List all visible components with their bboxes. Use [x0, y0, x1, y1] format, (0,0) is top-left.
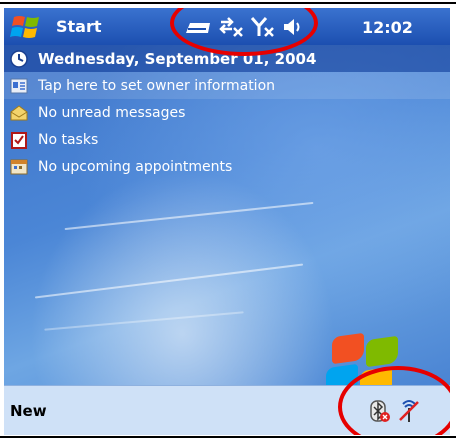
today-item-label: No tasks	[38, 131, 99, 148]
today-item-tasks[interactable]: No tasks	[4, 126, 450, 153]
new-menu-button[interactable]: New	[10, 402, 47, 420]
screenshot-frame: Start 12:02 Wednesday, September 01, 200…	[0, 0, 456, 443]
today-screen: Wednesday, September 01, 2004 Tap here t…	[4, 45, 450, 399]
today-item-messages[interactable]: No unread messages	[4, 99, 450, 126]
clock-icon	[10, 49, 28, 68]
start-menu-label[interactable]: Start	[56, 17, 102, 36]
owner-card-icon	[10, 78, 28, 93]
windows-flag-icon[interactable]	[8, 14, 48, 40]
messages-icon	[10, 104, 28, 120]
wallpaper-swoosh	[34, 263, 304, 299]
today-item-owner[interactable]: Tap here to set owner information	[4, 72, 450, 99]
today-item-label: No unread messages	[38, 104, 186, 121]
today-item-appointments[interactable]: No upcoming appointments	[4, 153, 450, 180]
today-item-label: Tap here to set owner information	[38, 77, 276, 94]
clock[interactable]: 12:02	[362, 18, 413, 37]
pocketpc-screen: Start 12:02 Wednesday, September 01, 200…	[4, 8, 450, 435]
frame-border-bottom	[0, 436, 456, 438]
wallpaper-swoosh	[44, 311, 244, 331]
today-item-label: No upcoming appointments	[38, 158, 233, 175]
tasks-icon	[11, 131, 27, 149]
wallpaper-swoosh	[64, 201, 314, 231]
logo-quadrant	[332, 332, 364, 365]
logo-quadrant	[366, 335, 398, 368]
frame-border-top	[0, 2, 456, 4]
calendar-icon	[10, 159, 28, 174]
